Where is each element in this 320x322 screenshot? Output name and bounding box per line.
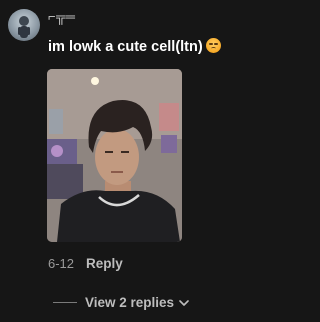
view-replies-label: View 2 replies: [85, 295, 175, 310]
chevron-down-icon: [179, 295, 189, 310]
comment-meta: 6-12 Reply: [48, 256, 123, 271]
pensive-face-emoji-icon: [205, 38, 221, 53]
comment-body: im lowk a cute cell(ltn): [48, 39, 203, 55]
divider-line: [53, 302, 77, 303]
comment-photo[interactable]: [47, 69, 182, 242]
comment-date: 6-12: [48, 256, 75, 271]
reply-button[interactable]: Reply: [86, 256, 123, 271]
avatar[interactable]: [8, 9, 40, 41]
comment-text: im lowk a cute cell(ltn): [48, 38, 221, 55]
username[interactable]: ⌐╦═: [48, 9, 76, 24]
view-replies-button[interactable]: View 2 replies: [53, 295, 189, 310]
